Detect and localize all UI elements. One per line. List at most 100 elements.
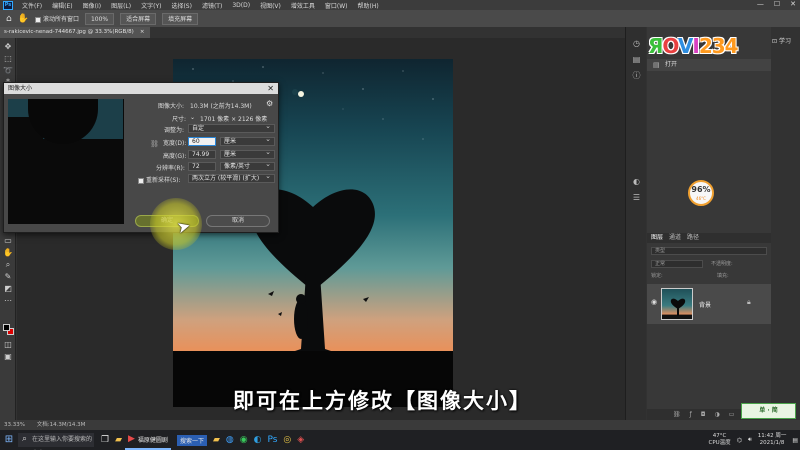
menu-filter[interactable]: 滤镜(T) [197, 1, 227, 10]
lasso-tool-icon[interactable]: ➰ [3, 66, 13, 76]
height-unit-select[interactable]: 厘米 [220, 149, 275, 159]
menu-edit[interactable]: 编辑(E) [47, 1, 77, 10]
history-item-open[interactable]: 打开 [647, 59, 771, 71]
task-view-icon[interactable]: ❐ [98, 430, 112, 450]
layer-lock-icon[interactable]: 🔒︎ [747, 298, 751, 307]
taskbar-app-photoshop-icon[interactable]: Ps [264, 430, 280, 450]
resample-option[interactable]: 重新采样(S): [138, 175, 181, 184]
group-icon[interactable]: ▭ [729, 409, 735, 420]
screen-mode-icon[interactable]: ▣ [3, 352, 13, 362]
taskbar-search-box[interactable]: 在这里输入你要搜索的内容 [18, 432, 94, 447]
menu-image[interactable]: 图像(I) [78, 1, 106, 10]
home-icon[interactable]: ⌂ [6, 14, 12, 24]
volume-icon[interactable]: 🔊︎ [748, 436, 752, 444]
hand-tool-icon[interactable]: ✋ [18, 14, 29, 24]
layer-row-background[interactable]: ◉ 背景 🔒︎ [647, 284, 771, 324]
edit-toolbar-icon[interactable]: ⋯ [3, 296, 13, 306]
network-icon[interactable]: ⌬ [737, 437, 742, 444]
menu-file[interactable]: 文件(F) [17, 1, 47, 10]
input-method-badge[interactable]: 单 · 简 [741, 403, 796, 419]
move-tool-icon[interactable]: ✥ [3, 42, 13, 52]
image-size-value: 10.3M (之前为14.3M) [190, 103, 252, 110]
settings-gear-icon[interactable]: ⚙ [266, 99, 273, 108]
cancel-button[interactable]: 取消 [206, 215, 270, 227]
zoom-level[interactable]: 33.33% [4, 422, 25, 428]
taskbar-app-chrome-icon[interactable]: ◎ [280, 430, 294, 450]
menu-view[interactable]: 视图(V) [255, 1, 286, 10]
taskbar-search-button[interactable]: 搜索一下 [171, 430, 210, 450]
taskbar-app-folder-icon[interactable]: ▰ [210, 430, 223, 450]
properties-panel-icon[interactable]: ▤ [632, 55, 641, 64]
hand-tool-icon-side[interactable]: ✋ [3, 248, 13, 258]
taskbar-app-wechat-icon[interactable]: ◉ [237, 430, 251, 450]
menu-layer[interactable]: 图层(L) [106, 1, 136, 10]
document-tab[interactable]: s-rakicevic-nenad-744667.jpg @ 33.3%(RGB… [0, 27, 150, 38]
brush-tool-icon[interactable]: ✎ [3, 272, 13, 282]
fit-to-select[interactable]: 自定 [188, 123, 275, 133]
fill-screen-button[interactable]: 填充屏幕 [162, 12, 199, 25]
dialog-close-icon[interactable]: ✕ [267, 83, 274, 94]
close-button[interactable]: ✕ [790, 0, 796, 8]
color-panel-icon[interactable]: ◐ [632, 177, 641, 186]
photoshop-logo-icon[interactable]: Ps [3, 0, 13, 10]
menu-3d[interactable]: 3D(D) [227, 2, 255, 9]
height-input[interactable]: 74.99 [188, 150, 216, 159]
maximize-button[interactable]: ☐ [774, 0, 780, 8]
visibility-eye-icon[interactable]: ◉ [651, 298, 657, 306]
tab-channels[interactable]: 通道 [669, 233, 681, 243]
constrain-link-icon[interactable]: ⛓ [150, 140, 159, 148]
mask-icon[interactable]: ◘ [701, 409, 706, 420]
adjustment-layer-icon[interactable]: ◑ [715, 409, 720, 420]
notification-icon[interactable]: ▤ [792, 437, 798, 444]
menu-window[interactable]: 窗口(W) [320, 1, 353, 10]
resolution-input[interactable]: 72 [188, 162, 216, 171]
eraser-tool-icon[interactable]: ◩ [3, 284, 13, 294]
fit-screen-button[interactable]: 适合屏幕 [120, 12, 157, 25]
link-layers-icon[interactable]: ⛓ [673, 409, 681, 420]
scroll-all-windows-option[interactable]: 滚动所有窗口 [34, 14, 79, 23]
tab-paths[interactable]: 路径 [687, 233, 699, 243]
adjustments-panel-icon[interactable]: ☰ [632, 193, 641, 202]
menu-bar: Ps 文件(F) 编辑(E) 图像(I) 图层(L) 文字(Y) 选择(S) 滤… [0, 0, 800, 10]
menu-plugins[interactable]: 增效工具 [286, 1, 320, 10]
system-monitor-widget[interactable]: 96% 46°C [688, 180, 714, 206]
blend-mode-select[interactable]: 正常 [651, 260, 703, 268]
windows-start-icon[interactable]: ⊞ [0, 430, 18, 450]
video-subtitle: 即可在上方修改【图像大小】 [233, 389, 532, 413]
resolution-label: 分辨率(R): [156, 165, 185, 172]
menu-type[interactable]: 文字(Y) [136, 1, 166, 10]
dimensions-dropdown-icon[interactable]: ⌄ [190, 114, 195, 121]
dialog-titlebar: 图像大小 ✕ [4, 83, 278, 94]
menu-select[interactable]: 选择(S) [166, 1, 197, 10]
taskbar-app-browser-icon[interactable]: ◍ [223, 430, 237, 450]
dialog-title: 图像大小 [8, 85, 33, 92]
history-panel-icon[interactable]: ◷ [632, 39, 641, 48]
width-input[interactable]: 60 [188, 137, 216, 146]
image-preview[interactable] [8, 99, 124, 224]
minimize-button[interactable]: — [757, 0, 764, 8]
document-size[interactable]: 文档:14.3M/14.3M [37, 422, 86, 428]
resolution-unit-select[interactable]: 像素/英寸 [220, 161, 275, 171]
width-unit-select[interactable]: 厘米 [220, 136, 275, 146]
resample-checkbox-icon[interactable] [138, 177, 144, 184]
learn-tab[interactable]: ⊡ 学习 [772, 36, 800, 45]
taskbar-app-file-explorer-icon[interactable]: ▰ [112, 430, 125, 450]
taskbar-app-media-icon[interactable]: ◈ [294, 430, 307, 450]
resample-select[interactable]: 两次立方 (较平滑) (扩大) [188, 173, 275, 183]
taskbar-app-video[interactable]: ▶ 福原健圆剧 [125, 430, 171, 450]
zoom-tool-icon[interactable]: ⌕ [3, 260, 13, 270]
foreground-color-swatch[interactable] [3, 324, 10, 331]
layer-filter-select[interactable]: 类型 [651, 247, 767, 255]
taskbar-app-edge-icon[interactable]: ◐ [251, 430, 265, 450]
fx-icon[interactable]: ƒ [690, 409, 692, 420]
menu-help[interactable]: 帮助(H) [353, 1, 384, 10]
shape-tool-icon[interactable]: ▭ [3, 236, 13, 246]
tab-layers[interactable]: 图层 [651, 233, 663, 243]
zoom-100-button[interactable]: 100% [84, 12, 115, 25]
info-panel-icon[interactable]: ⓘ [632, 71, 641, 80]
document-tab-close-icon[interactable]: × [140, 29, 145, 35]
clock[interactable]: 11:42 周一 2021/1/8 [758, 433, 787, 447]
quick-mask-icon[interactable]: ◫ [3, 340, 13, 350]
marquee-tool-icon[interactable]: ⬚ [3, 54, 13, 64]
cpu-temperature[interactable]: 47°C CPU温度 [709, 433, 731, 447]
